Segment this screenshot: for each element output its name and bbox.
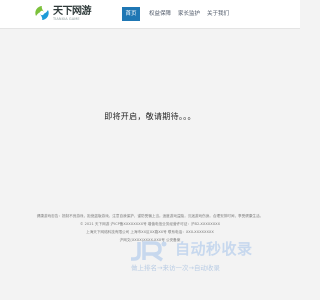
footer-health-advice: 健康游戏忠告：抵制不良游戏，拒绝盗版游戏。注意自我保护，谨防受骗上当。适度游戏益… [36, 214, 264, 218]
nav-item-parental-guardianship[interactable]: 家长监护 [177, 7, 201, 21]
nav-item-about-us[interactable]: 关于我们 [206, 7, 230, 21]
logo-subtitle: TIANXIA GAME [53, 17, 80, 21]
nav-item-home[interactable]: 首页 [122, 7, 140, 21]
watermark: 自动秒收录 做上排名→来访一次→自动收录 [129, 238, 289, 278]
footer-company-info: 上海天下网络科技有限公司 上海市XX区XX路XX号 联系电话：XXX-XXXXX… [86, 230, 214, 234]
watermark-slogan: 做上排名→来访一次→自动收录 [131, 264, 220, 272]
site-header: 天下网游 TIANXIA GAME 首页 权益保障 家长监护 关于我们 [0, 0, 300, 29]
footer-copyright: © 2021 天下网游 沪ICP备XXXXXXXX号 增值电信业务经营许可证：沪… [79, 222, 221, 226]
coming-soon-notice: 即将开启，敬请期待。。。 [104, 112, 196, 121]
logo-title: 天下网游 [53, 6, 92, 17]
swirl-logo-icon [35, 6, 49, 20]
nav-item-rights[interactable]: 权益保障 [148, 7, 172, 21]
jr-logo-icon [131, 241, 167, 262]
watermark-title: 自动秒收录 [175, 240, 253, 258]
